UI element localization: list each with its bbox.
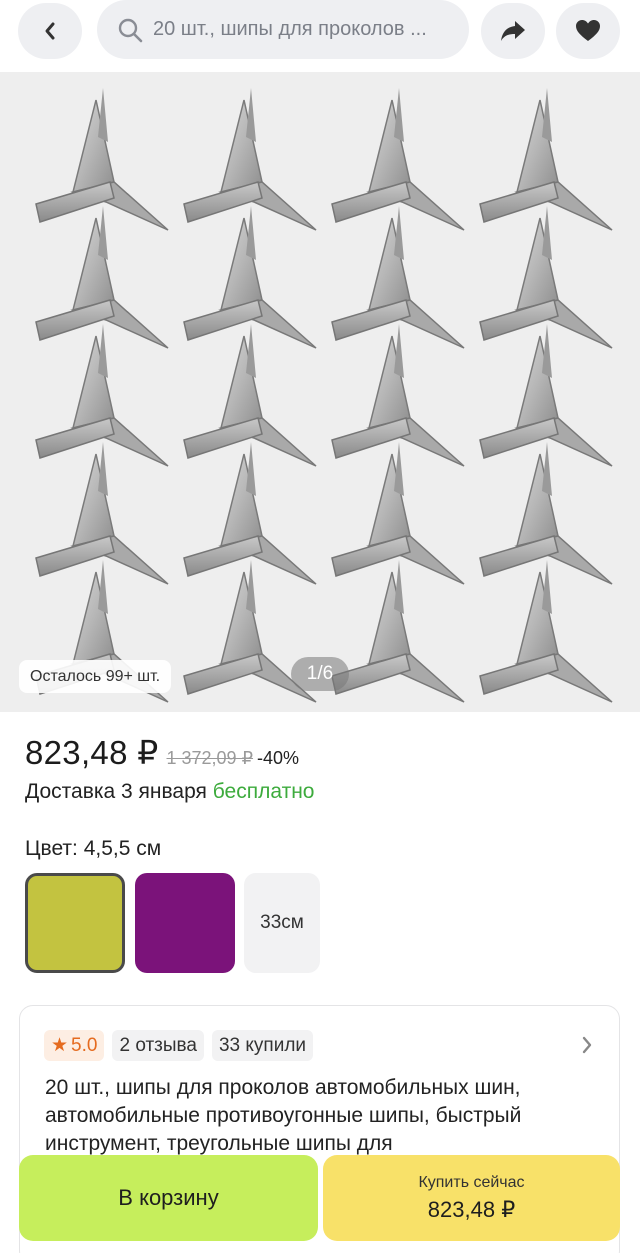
delivery-date: Доставка 3 января bbox=[25, 780, 207, 803]
buy-now-button[interactable]: Купить сейчас 823,48 ₽ bbox=[323, 1155, 620, 1241]
spike-image-part bbox=[183, 205, 317, 349]
color-option-olive[interactable] bbox=[25, 873, 125, 973]
product-stats: ★ 5.0 2 отзыва 33 купили bbox=[44, 1030, 314, 1061]
star-icon: ★ bbox=[51, 1035, 69, 1056]
spike-image-part bbox=[35, 205, 169, 349]
color-option-label: 33см bbox=[260, 912, 304, 933]
back-button[interactable] bbox=[18, 3, 82, 59]
product-image-gallery[interactable]: Осталось 99+ шт. 1/6 bbox=[0, 72, 640, 712]
spike-image-part bbox=[331, 205, 465, 349]
stock-badge: Осталось 99+ шт. bbox=[19, 660, 172, 693]
search-text: 20 шт., шипы для проколов ... bbox=[153, 18, 427, 40]
spike-image-part bbox=[183, 323, 317, 467]
spike-image-part bbox=[331, 323, 465, 467]
spike-image-part bbox=[35, 323, 169, 467]
spike-image-part bbox=[479, 205, 613, 349]
spike-image-part bbox=[331, 441, 465, 585]
back-icon bbox=[45, 22, 55, 40]
spike-image-part bbox=[331, 87, 465, 231]
current-price: 823,48 ₽ bbox=[25, 734, 159, 771]
color-label: Цвет: 4,5,5 см bbox=[25, 837, 162, 860]
spike-image-part bbox=[35, 87, 169, 231]
search-input[interactable]: 20 шт., шипы для проколов ... bbox=[97, 0, 469, 59]
color-option-33cm[interactable]: 33см bbox=[244, 873, 320, 973]
spike-image-part bbox=[479, 559, 613, 703]
buy-now-label: Купить сейчас bbox=[418, 1173, 525, 1191]
rating-badge[interactable]: ★ 5.0 bbox=[44, 1030, 105, 1061]
reviews-count[interactable]: 2 отзыва bbox=[112, 1030, 204, 1061]
share-icon bbox=[501, 21, 525, 41]
bought-count: 33 купили bbox=[211, 1030, 314, 1061]
spike-image-part bbox=[479, 87, 613, 231]
share-button[interactable] bbox=[481, 3, 545, 59]
spike-image-part bbox=[183, 441, 317, 585]
delivery-info: Доставка 3 января бесплатно bbox=[25, 780, 314, 804]
rating-value: 5.0 bbox=[71, 1034, 98, 1056]
heart-icon bbox=[576, 20, 600, 41]
chevron-right-icon[interactable] bbox=[581, 1036, 593, 1054]
product-title: 20 шт., шипы для проколов автомобильных … bbox=[45, 1076, 522, 1155]
price-row: 823,48 ₽ 1 372,09 ₽ -40% bbox=[25, 733, 299, 772]
spike-image-part bbox=[479, 323, 613, 467]
spike-image-part bbox=[35, 441, 169, 585]
search-icon bbox=[117, 17, 143, 43]
buy-now-price: 823,48 ₽ bbox=[427, 1196, 516, 1222]
spike-image-part bbox=[183, 87, 317, 231]
discount-badge: -40% bbox=[257, 748, 300, 768]
color-option-purple[interactable] bbox=[135, 873, 235, 973]
old-price: 1 372,09 ₽ bbox=[166, 748, 254, 768]
delivery-free-label: бесплатно bbox=[212, 780, 315, 803]
image-page-counter: 1/6 bbox=[291, 657, 349, 691]
add-to-cart-button[interactable]: В корзину bbox=[19, 1155, 318, 1241]
product-photo bbox=[35, 87, 613, 703]
spike-image-part bbox=[479, 441, 613, 585]
favorite-button[interactable] bbox=[556, 3, 620, 59]
spike-image-part bbox=[331, 559, 465, 703]
top-bar: 20 шт., шипы для проколов ... bbox=[0, 0, 640, 72]
